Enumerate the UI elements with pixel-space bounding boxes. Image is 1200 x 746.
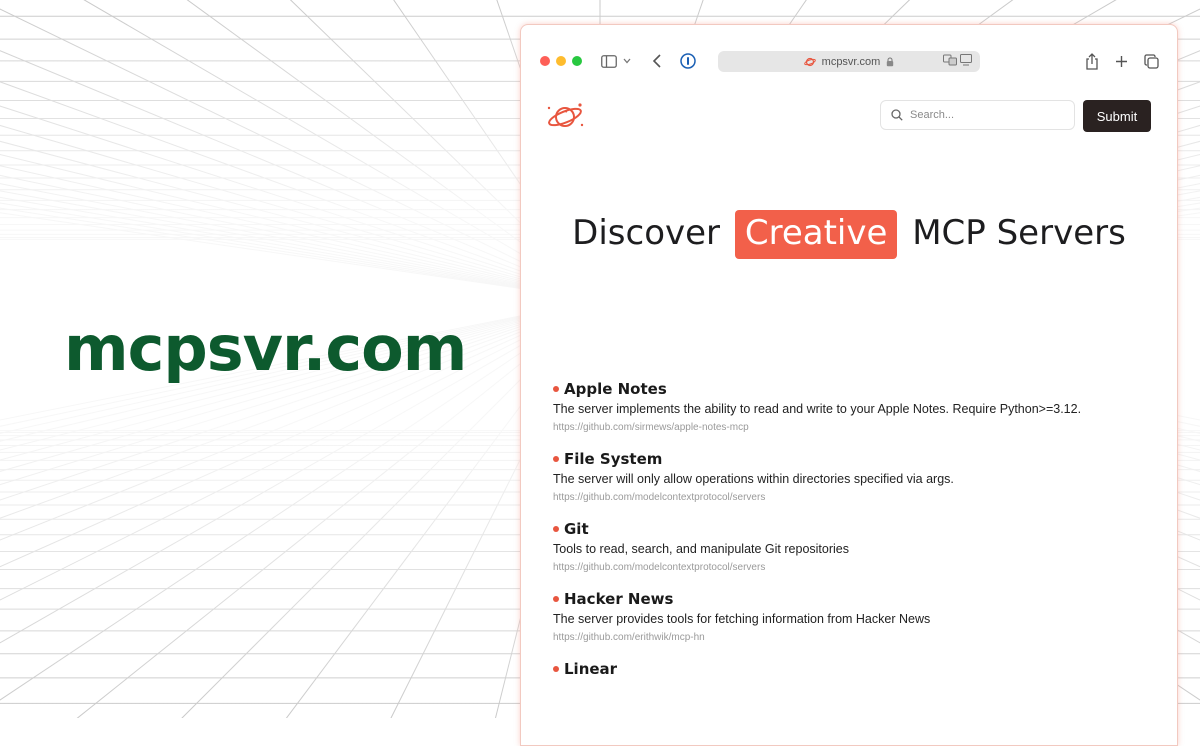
server-description: The server implements the ability to rea… [553,402,1082,416]
hero-heading: Discover Creative MCP Servers [521,210,1177,259]
close-window-button[interactable] [540,56,550,66]
plus-icon[interactable] [1111,51,1131,71]
submit-button[interactable]: Submit [1083,100,1151,132]
list-item[interactable]: Hacker News The server provides tools fo… [553,589,1153,643]
server-url-link[interactable]: https://github.com/modelcontextprotocol/… [553,492,1153,503]
maximize-window-button[interactable] [572,56,582,66]
planet-logo-icon[interactable] [545,99,587,133]
server-title: Apple Notes [553,379,1153,399]
server-name[interactable]: Git [564,520,589,538]
server-description: Tools to read, search, and manipulate Gi… [553,542,849,556]
translate-icon[interactable] [943,54,957,66]
bullet-icon [553,386,559,392]
browser-window: mcpsvr.com Submit [520,24,1178,746]
hero-text-before: Discover [572,213,721,253]
server-title: Hacker News [553,589,1153,609]
minimize-window-button[interactable] [556,56,566,66]
server-title: Linear [553,659,1153,679]
server-url-link[interactable]: https://github.com/modelcontextprotocol/… [553,562,1153,573]
hero-text-after: MCP Servers [912,213,1126,253]
browser-toolbar: mcpsvr.com [521,25,1177,97]
server-name[interactable]: Hacker News [564,590,673,608]
password-manager-icon[interactable] [678,51,698,71]
bullet-icon [553,456,559,462]
promo-brand-text: mcpsvr.com [64,312,467,385]
bullet-icon [553,526,559,532]
search-field[interactable] [880,100,1075,130]
server-name[interactable]: Linear [564,660,617,678]
chevron-down-icon[interactable] [621,51,633,71]
back-arrow-icon[interactable] [647,51,667,71]
server-title: File System [553,449,1153,469]
server-description: The server provides tools for fetching i… [553,612,931,626]
server-title: Git [553,519,1153,539]
list-item[interactable]: Linear [553,659,1153,679]
address-text: mcpsvr.com [821,55,881,68]
list-item[interactable]: File System The server will only allow o… [553,449,1153,503]
list-item[interactable]: Apple Notes The server implements the ab… [553,379,1153,433]
sidebar-icon[interactable] [599,51,619,71]
list-item[interactable]: Git Tools to read, search, and manipulat… [553,519,1153,573]
bullet-icon [553,666,559,672]
server-url-link[interactable]: https://github.com/erithwik/mcp-hn [553,632,1153,643]
lock-icon [887,57,894,66]
search-input[interactable] [910,109,1060,121]
server-description: The server will only allow operations wi… [553,472,954,486]
server-url-link[interactable]: https://github.com/sirmews/apple-notes-m… [553,422,1153,433]
address-bar[interactable]: mcpsvr.com [718,51,980,72]
server-list: Apple Notes The server implements the ab… [553,379,1153,695]
bullet-icon [553,596,559,602]
tabs-icon[interactable] [1141,51,1161,71]
hero-highlight: Creative [734,210,898,259]
share-icon[interactable] [1082,51,1102,71]
address-bar-actions [943,54,972,66]
server-name[interactable]: File System [564,450,662,468]
search-icon [891,109,903,121]
site-favicon-icon [803,57,816,66]
server-name[interactable]: Apple Notes [564,380,667,398]
reader-icon[interactable] [960,54,972,66]
